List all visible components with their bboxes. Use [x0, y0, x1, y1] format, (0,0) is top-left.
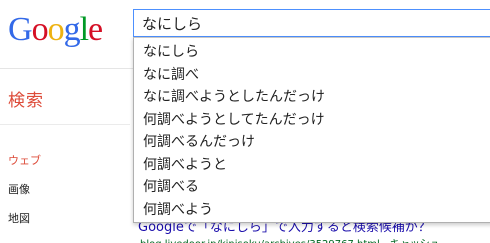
search-section-title: 検索 — [8, 91, 44, 111]
logo-letter-g: g — [63, 11, 81, 48]
autocomplete-dropdown: なにしら なに調べ なに調べようとしたんだっけ 何調べようとしてたんだっけ 何調… — [133, 37, 490, 223]
suggestion-item[interactable]: 何調べる — [134, 176, 490, 199]
search-input[interactable] — [134, 10, 490, 36]
suggestion-item[interactable]: 何調べようと — [134, 154, 490, 177]
suggestion-item[interactable]: 何調べるんだっけ — [134, 131, 490, 154]
suggestion-item[interactable]: なにしら — [134, 41, 490, 64]
logo-letter-l: l — [79, 11, 90, 48]
logo-letter-o: o — [31, 11, 49, 48]
google-logo[interactable]: Google — [8, 11, 103, 49]
sidebar-nav: ウェブ 画像 地図 — [8, 151, 41, 238]
sidebar-divider — [0, 124, 130, 125]
result-url: blog.livedoor.jp/kinisoku/archives/35297… — [140, 235, 440, 243]
suggestion-item[interactable]: 何調べようとしてたんだっけ — [134, 109, 490, 132]
search-box — [133, 9, 490, 37]
suggestion-item[interactable]: なに調べ — [134, 64, 490, 87]
suggestion-item[interactable]: なに調べようとしたんだっけ — [134, 86, 490, 109]
sidebar-item-maps[interactable]: 地図 — [8, 209, 41, 238]
logo-letter-g: G — [8, 11, 33, 48]
search-results-page: Google 検索 ウェブ 画像 地図 Googleで「なにしら」で入力すると検… — [0, 0, 490, 243]
sidebar-item-images[interactable]: 画像 — [8, 180, 41, 209]
logo-letter-e: e — [88, 11, 103, 48]
sidebar-item-web[interactable]: ウェブ — [8, 151, 41, 180]
suggestion-item[interactable]: 何調べよう — [134, 199, 490, 222]
logo-letter-o: o — [47, 11, 65, 48]
